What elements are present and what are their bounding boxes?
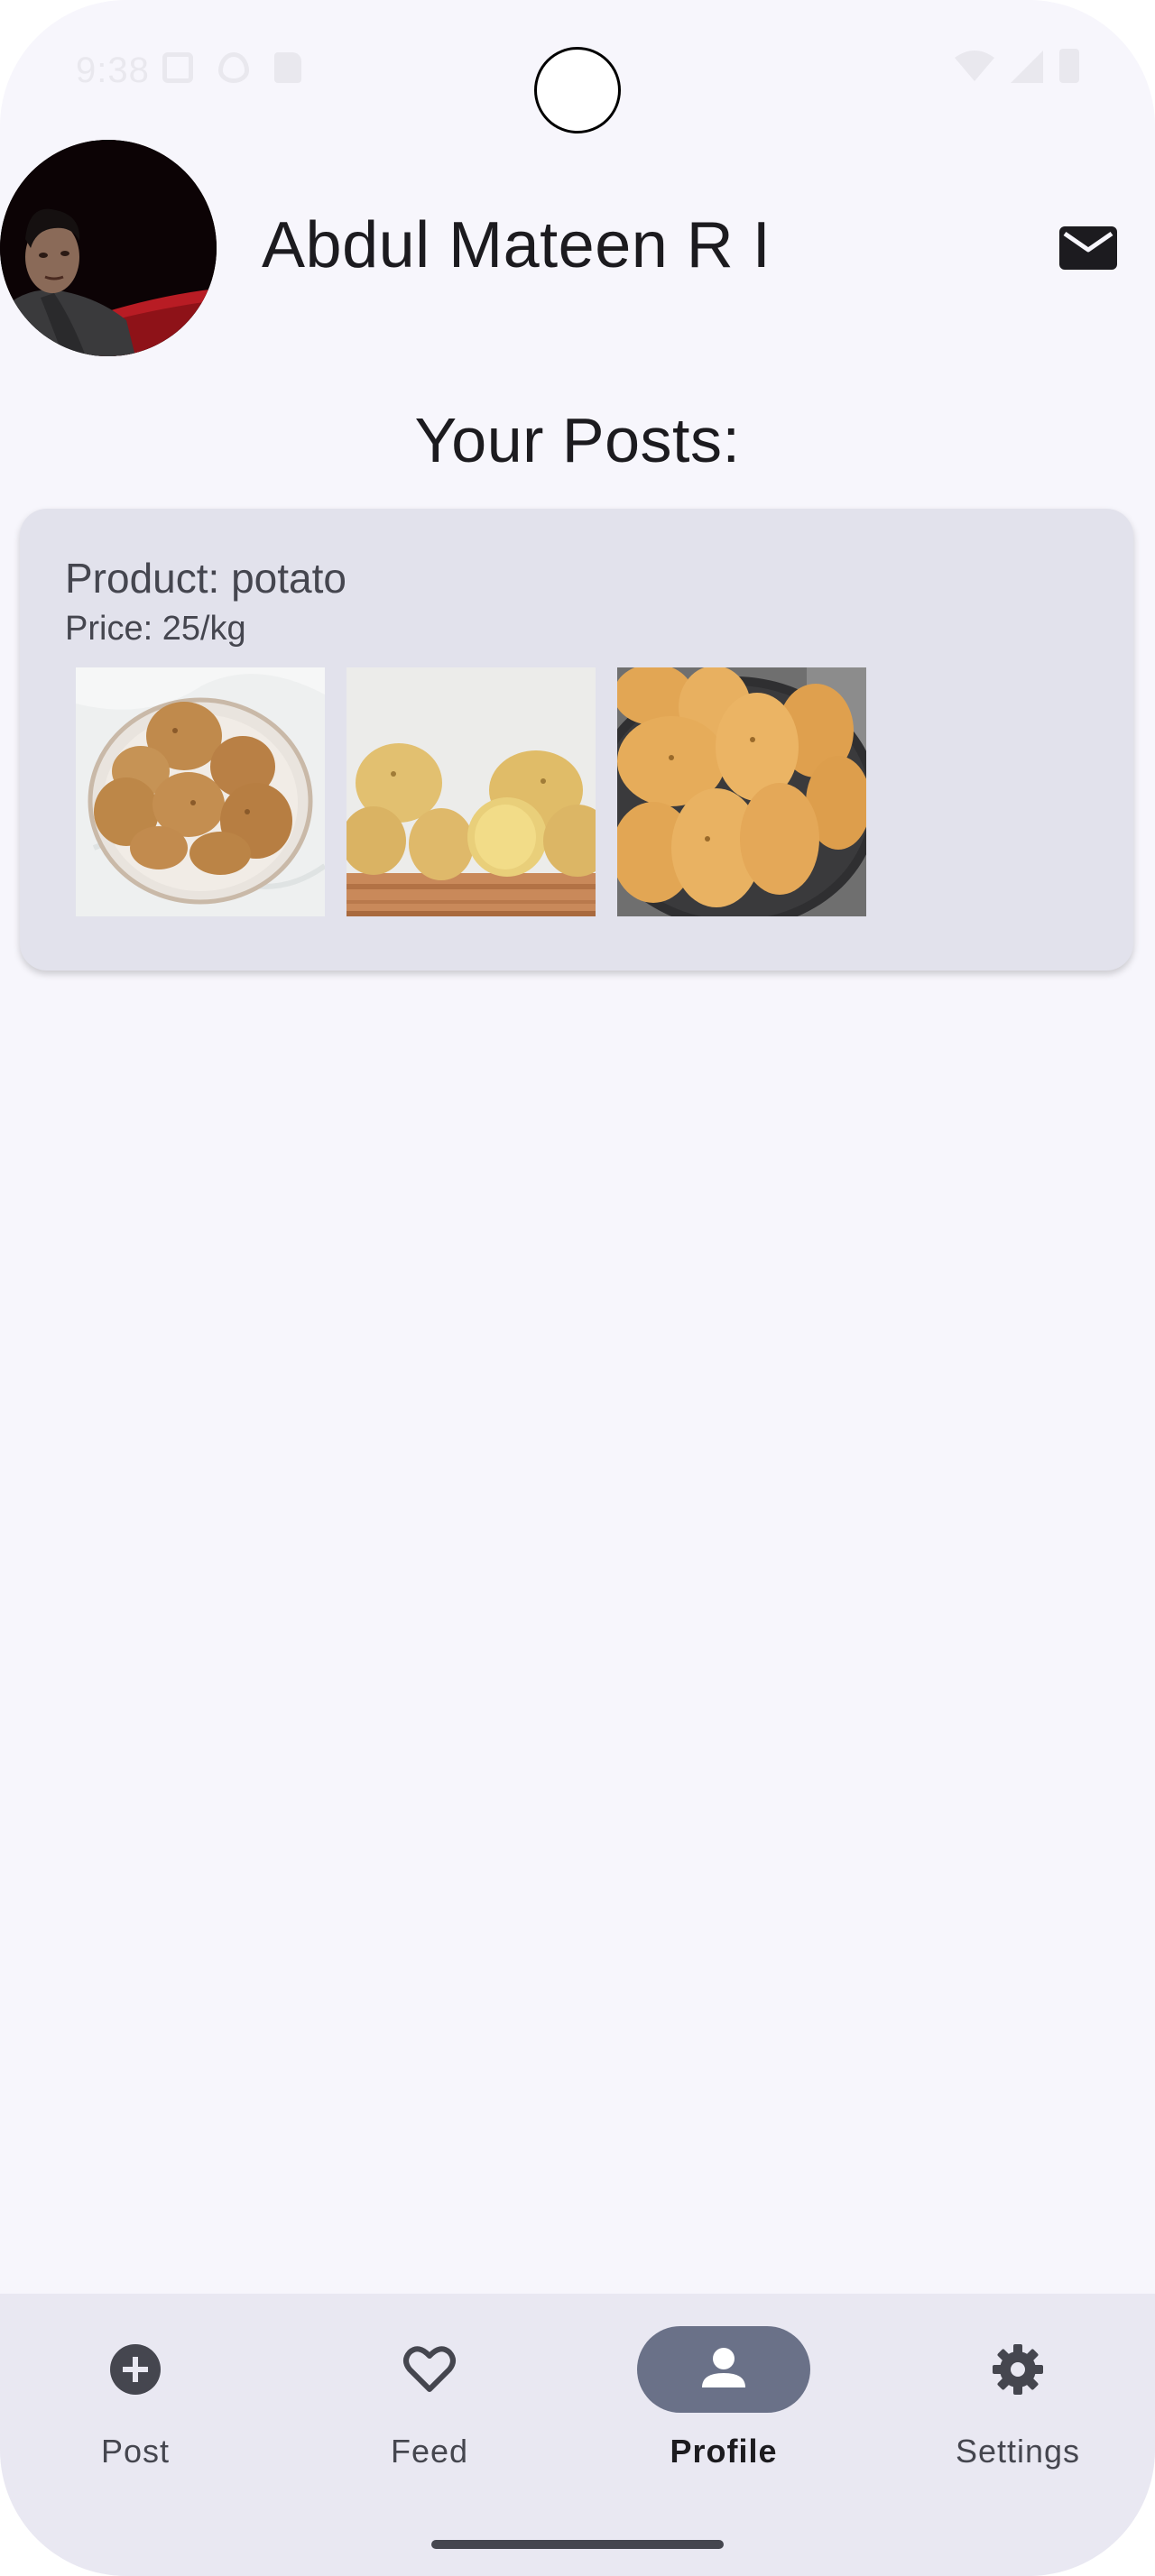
post-image-1[interactable] — [76, 667, 325, 916]
person-icon — [697, 2342, 751, 2397]
nav-item-feed[interactable]: Feed — [321, 2326, 538, 2489]
nav-label-post: Post — [100, 2433, 171, 2470]
profile-header: Abdul Mateen R I — [0, 140, 1155, 356]
post-price: Price: 25/kg — [65, 610, 246, 648]
post-image-3[interactable] — [617, 667, 866, 916]
nav-label-feed: Feed — [390, 2433, 469, 2470]
bottom-navigation: Post Feed Profile Settings — [0, 2294, 1155, 2576]
mail-button[interactable] — [1056, 221, 1121, 275]
status-icons-right — [955, 49, 1079, 83]
post-card[interactable]: Product: potato Price: 25/kg — [20, 509, 1133, 971]
section-title: Your Posts: — [414, 405, 741, 475]
home-indicator[interactable] — [431, 2540, 724, 2549]
camera-cutout — [534, 47, 621, 133]
nav-item-profile[interactable]: Profile — [615, 2326, 832, 2489]
mail-icon — [1059, 226, 1117, 270]
post-images — [76, 667, 866, 916]
wifi-icon — [955, 51, 994, 81]
avatar[interactable] — [0, 140, 217, 356]
sd-card-icon — [274, 52, 301, 83]
heart-icon — [402, 2342, 457, 2397]
nav-label-profile: Profile — [670, 2433, 778, 2470]
battery-icon — [1059, 49, 1079, 83]
potatoes-in-dark-pan-image — [617, 667, 866, 916]
gear-icon — [991, 2342, 1045, 2397]
post-product: Product: potato — [65, 555, 346, 602]
status-icons-left — [162, 52, 301, 83]
status-bar: 9:38 — [0, 0, 1155, 135]
nav-label-settings: Settings — [955, 2433, 1081, 2470]
status-time: 9:38 — [76, 51, 150, 90]
screenshot-icon — [162, 52, 193, 83]
signal-icon — [1011, 51, 1043, 83]
nav-item-post[interactable]: Post — [27, 2326, 244, 2489]
post-image-2[interactable] — [346, 667, 596, 916]
add-circle-icon — [108, 2342, 162, 2397]
shield-icon — [218, 52, 249, 83]
nav-item-settings[interactable]: Settings — [910, 2326, 1126, 2489]
phone-screen: 9:38 Abdul Mateen R I Your Posts: Produc… — [0, 0, 1155, 2576]
potatoes-on-wooden-board-image — [346, 667, 596, 916]
potatoes-in-glass-bowl-image — [76, 667, 325, 916]
avatar-photo — [0, 140, 217, 356]
profile-name: Abdul Mateen R I — [262, 209, 772, 281]
